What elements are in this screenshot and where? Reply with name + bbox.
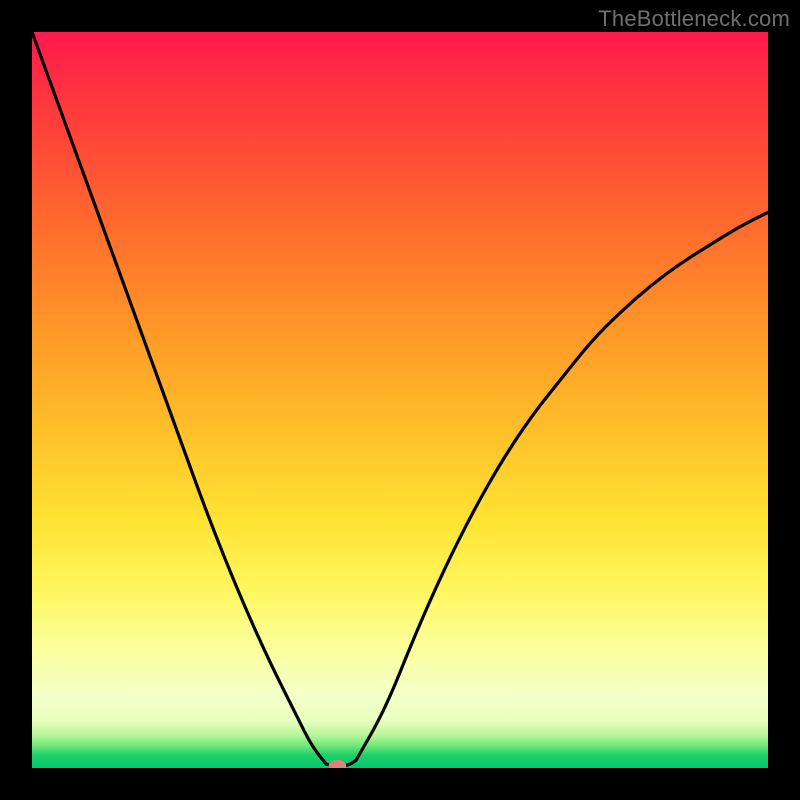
chart-frame: TheBottleneck.com: [0, 0, 800, 800]
chart-svg: [32, 32, 768, 768]
valley-marker-icon: [329, 760, 347, 768]
chart-plot-area: [32, 32, 768, 768]
watermark-label: TheBottleneck.com: [598, 6, 790, 32]
bottleneck-curve: [32, 32, 768, 766]
